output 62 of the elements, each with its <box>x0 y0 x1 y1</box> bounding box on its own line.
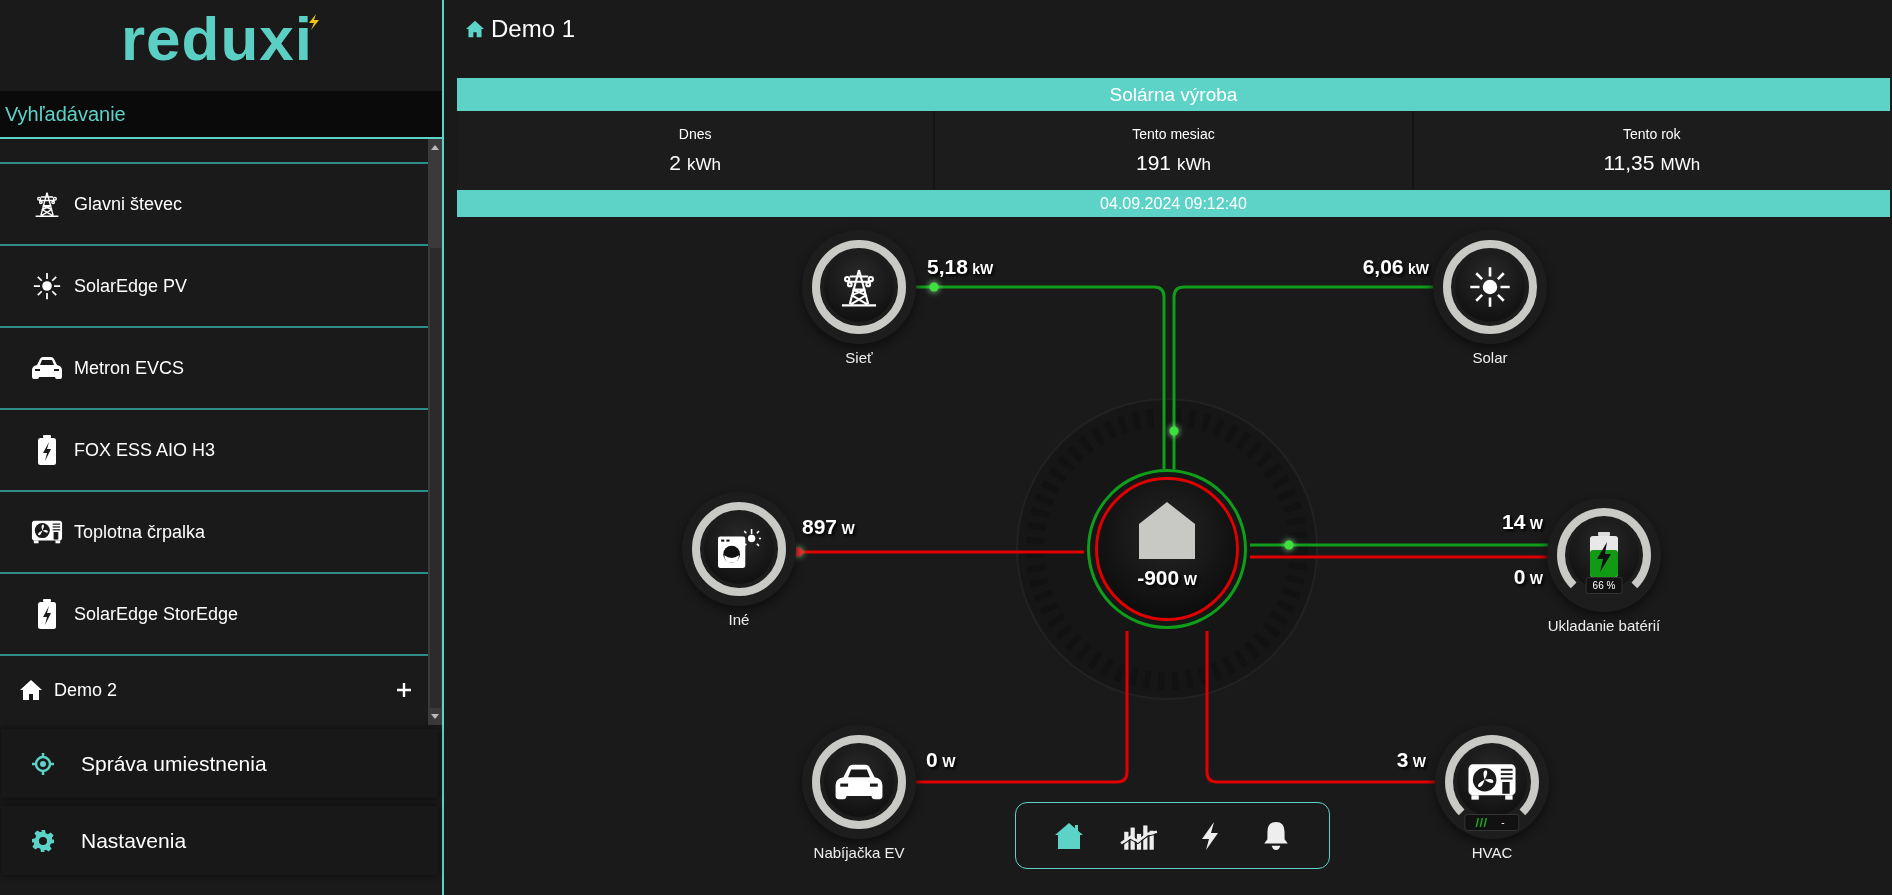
timestamp-bar: 04.09.2024 09:12:40 <box>457 190 1890 217</box>
device-name: HVAC <box>1470 844 1514 861</box>
device-name: Ukladanie batérií <box>1546 617 1662 634</box>
stat-value: 191 <box>1135 151 1171 175</box>
power-reading: 897 W <box>802 515 855 539</box>
menu-button[interactable]: Nastavenia <box>1 806 438 875</box>
battery-icon <box>37 598 57 630</box>
power-reading: 0 W <box>1513 565 1543 589</box>
device-label: SolarEdge PV <box>74 275 188 297</box>
power-reading: 6,06 kW <box>1362 255 1429 279</box>
scrollbar[interactable] <box>428 139 442 725</box>
device-button[interactable]: 66 % <box>1547 498 1661 612</box>
status-badge: 66 % <box>1585 577 1623 594</box>
car-icon <box>31 354 63 382</box>
plus-icon <box>396 682 412 698</box>
device-label: FOX ESS AIO H3 <box>74 439 216 461</box>
power-reading: 14 W <box>1501 510 1543 534</box>
stat-unit: MWh <box>1660 155 1701 175</box>
house-icon <box>19 679 43 701</box>
battery-icon <box>37 434 57 466</box>
logo-wordmark: reduxi <box>120 10 314 68</box>
device-name: Solar <box>1471 349 1509 366</box>
flow-dot <box>929 282 939 292</box>
device-label: Glavni števec <box>74 193 183 215</box>
menu-button[interactable]: Správa umiestnenia <box>1 729 438 798</box>
flow-dot <box>1169 426 1179 436</box>
sun-icon <box>31 272 63 300</box>
house-icon <box>1054 820 1085 851</box>
page-title: Demo 1 <box>491 16 576 42</box>
site-name[interactable]: Demo 2 <box>54 679 392 701</box>
heat-pump-icon <box>31 518 63 546</box>
heat-pump-icon <box>1467 761 1517 803</box>
section-header: Solárna výroba <box>457 78 1890 111</box>
scroll-down-icon[interactable] <box>431 714 439 719</box>
device-button[interactable]: - <box>1435 725 1549 839</box>
house-icon <box>1137 500 1197 560</box>
stat-unit: kWh <box>687 155 721 175</box>
stat-value: 11,35 <box>1603 151 1655 175</box>
heat-wave-icon <box>1473 818 1488 827</box>
device-label: Toplotna črpalka <box>74 521 206 543</box>
device-name: Sieť <box>844 349 874 366</box>
gear-icon <box>31 828 55 853</box>
stat-label: Tento mesiac <box>1132 126 1215 142</box>
crosshair-icon <box>31 751 55 776</box>
scrollbar-thumb[interactable] <box>429 248 441 708</box>
flow-dot <box>1284 540 1294 550</box>
scroll-up-icon[interactable] <box>431 145 439 150</box>
device-name: Iné <box>727 611 751 628</box>
device-name: Nabíjačka EV <box>812 844 906 861</box>
power-reading: -900 W <box>1137 566 1197 590</box>
stat-label: Tento rok <box>1623 126 1681 142</box>
stat-value: 2 <box>669 151 681 175</box>
stat-unit: kWh <box>1177 155 1211 175</box>
device-label: SolarEdge StorEdge <box>74 603 239 625</box>
lightning-icon <box>307 14 322 30</box>
power-reading: 3 W <box>1396 748 1426 772</box>
device-label: Metron EVCS <box>74 357 185 379</box>
status-badge: - <box>1464 814 1520 831</box>
power-reading: 5,18 kW <box>927 255 994 279</box>
house-icon <box>465 20 485 38</box>
power-reading: 0 W <box>926 748 956 772</box>
stat-label: Dnes <box>678 126 712 142</box>
